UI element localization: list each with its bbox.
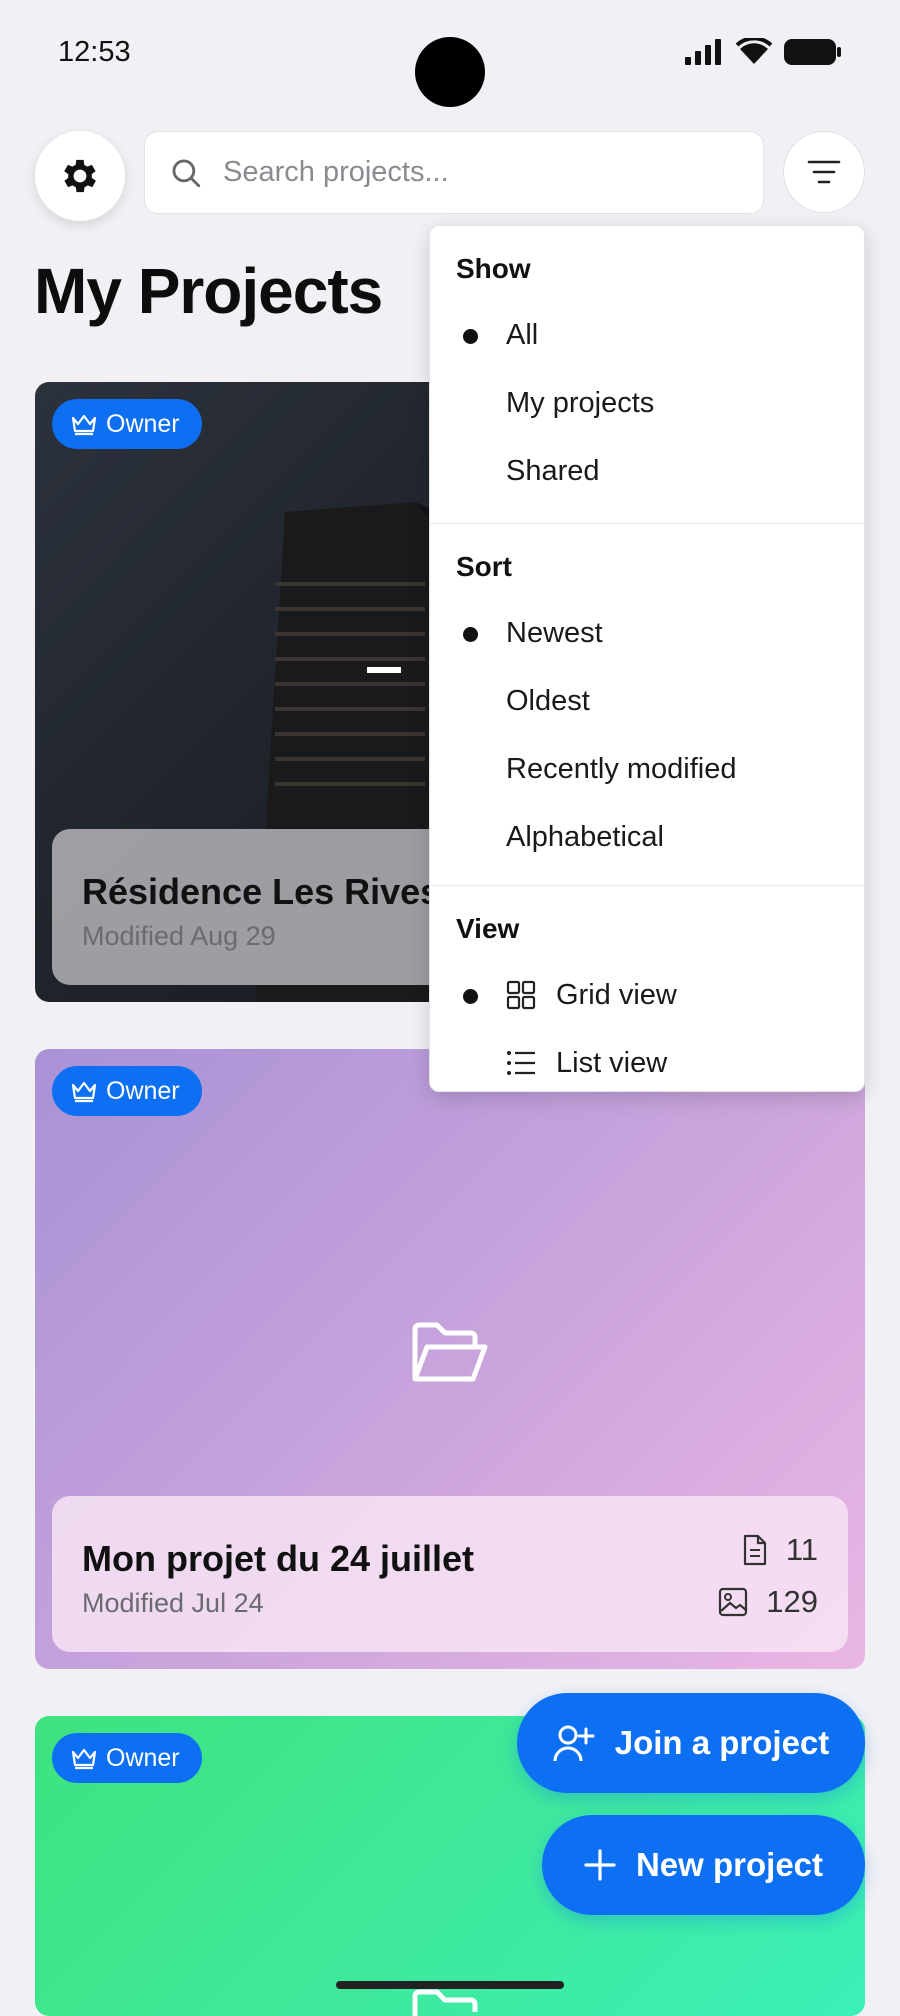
folder-open-icon xyxy=(412,1989,478,2016)
documents-stat: 11 xyxy=(718,1524,818,1576)
selected-dot xyxy=(463,627,478,642)
sort-section: Sort Newest Oldest Recently modified Alp… xyxy=(430,524,864,885)
new-project-label: New project xyxy=(635,1846,824,1883)
menu-item-label: Alphabetical xyxy=(506,820,664,853)
project-stats: 11 129 xyxy=(718,1524,818,1628)
selected-dot xyxy=(463,329,478,344)
wifi-icon xyxy=(736,38,772,64)
battery-icon xyxy=(784,39,841,65)
menu-item-label: Newest xyxy=(506,616,603,649)
menu-item-label: Shared xyxy=(506,454,600,487)
documents-count: 11 xyxy=(785,1532,818,1567)
project-modified: Modified Jul 24 xyxy=(82,1588,264,1618)
status-icons xyxy=(684,38,842,66)
photos-count: 129 xyxy=(766,1584,818,1619)
menu-item-label: Recently modified xyxy=(506,752,737,785)
view-heading: View xyxy=(456,913,520,944)
new-project-button[interactable]: New project xyxy=(542,1815,865,1915)
owner-badge: Owner xyxy=(52,1066,202,1116)
owner-badge: Owner xyxy=(52,1733,202,1783)
search-input[interactable] xyxy=(221,155,745,190)
menu-item-recently-modified[interactable]: Recently modified xyxy=(430,735,864,803)
home-indicator xyxy=(336,1981,564,1989)
owner-badge-label: Owner xyxy=(106,409,180,438)
menu-item-oldest[interactable]: Oldest xyxy=(430,667,864,735)
view-section: View Grid view List view xyxy=(430,886,864,1091)
owner-badge: Owner xyxy=(52,399,202,449)
filter-icon xyxy=(807,160,841,184)
menu-item-my-projects[interactable]: My projects xyxy=(430,369,864,437)
crown-icon xyxy=(71,1081,97,1103)
project-info-panel: Mon projet du 24 juillet Modified Jul 24… xyxy=(52,1496,848,1652)
signal-icon xyxy=(685,39,721,65)
gear-icon xyxy=(64,159,96,193)
page-title: My Projects xyxy=(34,255,383,327)
menu-item-label: My projects xyxy=(506,386,655,419)
search-bar[interactable] xyxy=(144,131,764,214)
grid-icon xyxy=(506,980,536,1010)
crown-icon xyxy=(71,1748,97,1770)
camera-cutout xyxy=(415,37,485,107)
list-icon xyxy=(506,1049,536,1077)
plus-icon xyxy=(584,1849,616,1881)
menu-item-label: All xyxy=(506,318,539,351)
menu-item-alphabetical[interactable]: Alphabetical xyxy=(430,803,864,871)
search-icon xyxy=(172,159,201,187)
join-project-label: Join a project xyxy=(614,1724,830,1761)
menu-item-list-view[interactable]: List view xyxy=(430,1029,864,1091)
settings-button[interactable] xyxy=(35,131,125,221)
project-title: Mon projet du 24 juillet xyxy=(82,1538,475,1579)
sort-heading: Sort xyxy=(456,551,512,582)
image-icon xyxy=(719,1587,748,1617)
folder-open-icon xyxy=(412,1322,488,1382)
show-heading: Show xyxy=(456,253,531,284)
menu-item-label: Oldest xyxy=(506,684,590,717)
status-time: 12:53 xyxy=(58,36,131,68)
menu-item-shared[interactable]: Shared xyxy=(430,437,864,505)
document-icon xyxy=(743,1534,766,1566)
menu-item-grid-view[interactable]: Grid view xyxy=(430,961,864,1029)
join-project-button[interactable]: Join a project xyxy=(517,1693,865,1793)
menu-item-label: Grid view xyxy=(556,978,677,1011)
project-card[interactable]: Owner Mon projet du 24 juillet Modified … xyxy=(35,1049,865,1669)
menu-item-newest[interactable]: Newest xyxy=(430,599,864,667)
filter-button[interactable] xyxy=(783,131,865,213)
user-plus-icon xyxy=(553,1725,595,1762)
owner-badge-label: Owner xyxy=(106,1743,180,1772)
crown-icon xyxy=(71,414,97,436)
menu-item-all[interactable]: All xyxy=(430,301,864,369)
selected-dot xyxy=(463,989,478,1004)
owner-badge-label: Owner xyxy=(106,1076,180,1105)
menu-item-label: List view xyxy=(556,1046,668,1079)
filter-menu: Show All My projects Shared Sort Newest … xyxy=(429,225,865,1092)
photos-stat: 129 xyxy=(718,1576,818,1628)
show-section: Show All My projects Shared xyxy=(430,226,864,523)
